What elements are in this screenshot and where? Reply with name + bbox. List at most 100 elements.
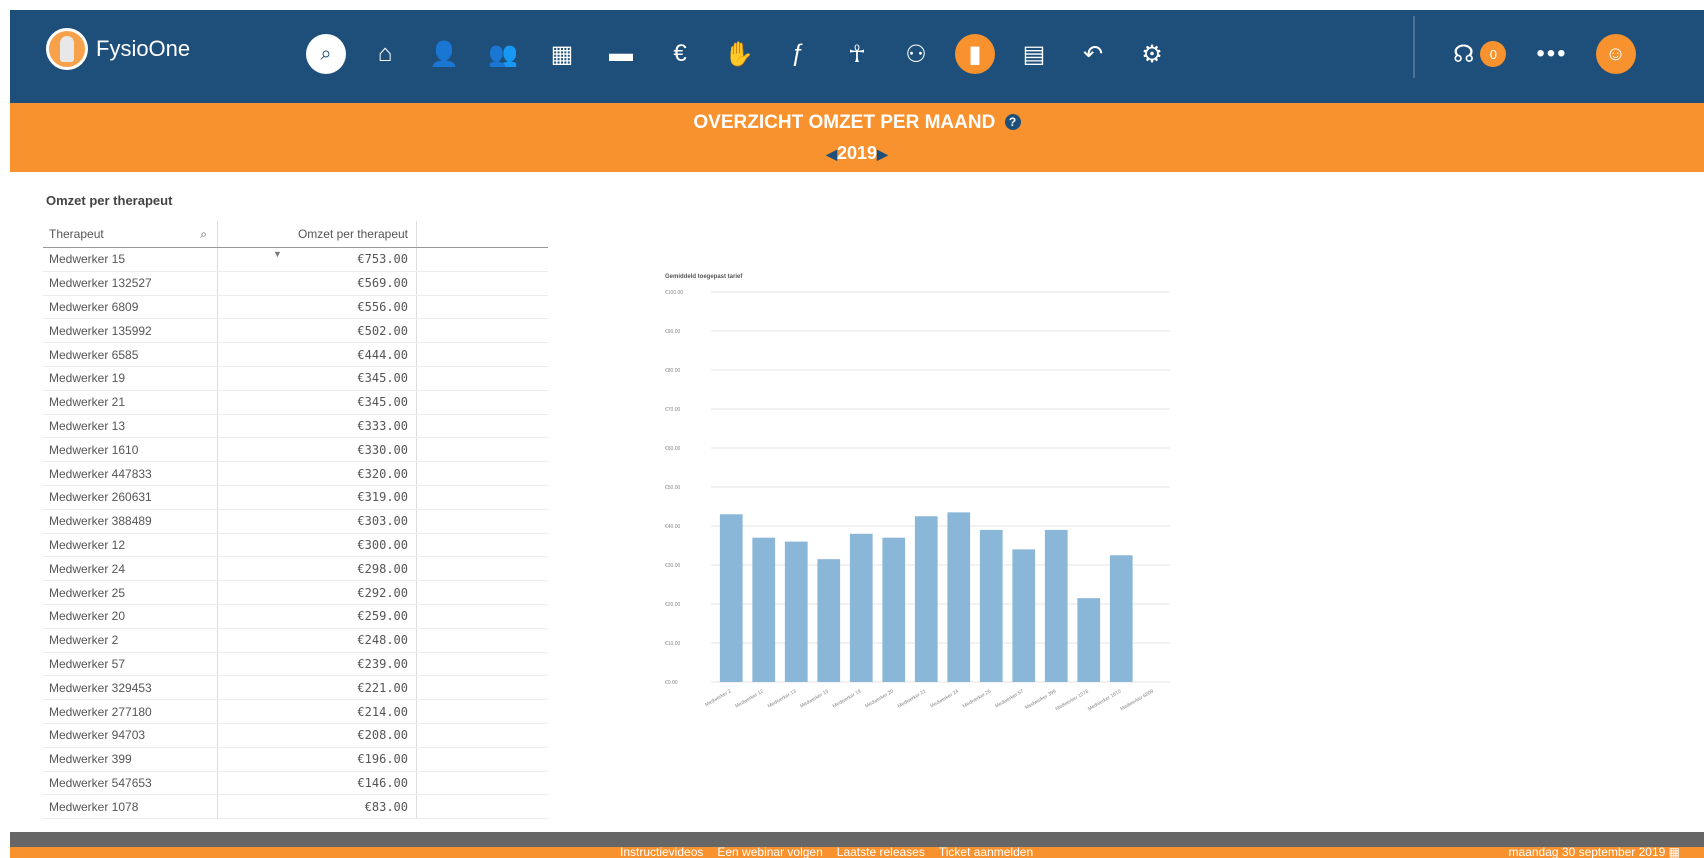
money-icon[interactable]: €	[660, 34, 700, 74]
exercise-icon[interactable]: ƒ	[778, 34, 818, 74]
users-icon[interactable]: 👥	[483, 34, 523, 74]
y-tick-label: €100.00	[665, 290, 683, 296]
y-tick-label: €20.00	[665, 602, 681, 608]
headset-icon[interactable]: ☊	[1453, 40, 1474, 69]
table-row[interactable]: Medwerker 12 €300.00	[43, 533, 548, 558]
year-label: 2019	[836, 143, 878, 163]
x-tick-label: Medwerker 19	[832, 688, 863, 709]
table-row[interactable]: Medwerker 277180 €214.00	[43, 700, 548, 724]
table-row[interactable]: Medwerker 57 €239.00	[43, 652, 548, 677]
app-name: FysioOne	[96, 36, 191, 61]
table-row[interactable]: Medwerker 15 €753.00	[43, 248, 548, 272]
table-title: Omzet per therapeut	[46, 193, 173, 208]
therapeut-cell: Medwerker 21	[49, 395, 126, 410]
table-row[interactable]: Medwerker 260631 €319.00	[43, 485, 548, 510]
reports-icon[interactable]: ▮	[955, 34, 995, 74]
table-row[interactable]: Medwerker 94703 €208.00	[43, 723, 548, 748]
footer-links: Instructievideos Een webinar volgen Laatst…	[620, 847, 1047, 858]
bar-medwerker-12	[752, 537, 776, 682]
therapeut-cell: Medwerker 329453	[49, 680, 152, 695]
table-row[interactable]: Medwerker 1078 €83.00	[43, 795, 548, 820]
footer-link[interactable]: Instructievideos	[620, 847, 703, 858]
x-tick-label: Medwerker 12	[734, 688, 765, 709]
body-icon[interactable]: ☥	[837, 34, 877, 74]
handshake-icon[interactable]: ✋	[719, 34, 759, 74]
table-row[interactable]: Medwerker 135992 €502.00	[43, 319, 548, 344]
therapeut-cell: Medwerker 2	[49, 633, 119, 648]
search-icon[interactable]: ⌕	[200, 227, 207, 242]
footer: Instructievideos Een webinar volgen Laatst…	[10, 847, 1704, 858]
footer-link[interactable]: Laatste releases	[837, 847, 925, 858]
x-tick-label: Medwerker 13	[767, 688, 798, 709]
folder-icon[interactable]: ▬	[601, 34, 641, 74]
user-icon[interactable]: ☺	[1595, 34, 1636, 74]
table-row[interactable]: Medwerker 21 €345.00	[43, 390, 548, 415]
therapeut-cell: Medwerker 447833	[49, 466, 152, 481]
omzet-cell: €248.00	[217, 628, 417, 652]
therapeut-cell: Medwerker 277180	[49, 704, 152, 719]
calendar-icon[interactable]: ▦	[542, 34, 582, 74]
omzet-cell: €320.00	[217, 462, 417, 485]
table-row[interactable]: Medwerker 1610 €330.00	[43, 438, 548, 463]
therapeut-cell: Medwerker 6809	[49, 299, 139, 314]
omzet-cell: €196.00	[217, 747, 417, 771]
table-row[interactable]: Medwerker 20 €259.00	[43, 604, 548, 629]
table-row[interactable]: Medwerker 388489 €303.00	[43, 509, 548, 534]
table-row[interactable]: Medwerker 24 €298.00	[43, 557, 548, 582]
user-add-icon[interactable]: 👤	[424, 34, 464, 74]
omzet-cell: €259.00	[217, 604, 417, 628]
table-row[interactable]: Medwerker 6585 €444.00	[43, 343, 548, 367]
table-row[interactable]: Medwerker 547653 €146.00	[43, 771, 548, 796]
table-row[interactable]: Medwerker 329453 €221.00	[43, 676, 548, 701]
help-icon[interactable]: ?	[1004, 114, 1021, 130]
bar-medwerker-24	[947, 512, 971, 682]
app-logo[interactable]: FysioOne	[46, 28, 190, 70]
y-tick-label: €80.00	[665, 368, 681, 374]
footer-link[interactable]: Ticket aanmelden	[939, 847, 1033, 858]
next-year-icon[interactable]: ▶	[877, 146, 888, 162]
therapeut-cell: Medwerker 20	[49, 609, 126, 624]
table-row[interactable]: Medwerker 25 €292.00	[43, 581, 548, 605]
header-tools: ☊ 0 ••• ☺	[1453, 34, 1636, 74]
reply-icon[interactable]: ↶	[1073, 34, 1113, 74]
settings-icon[interactable]: ⚙	[1132, 34, 1172, 74]
y-tick-label: €90.00	[665, 329, 681, 335]
omzet-cell: €330.00	[217, 438, 417, 462]
therapeut-cell: Medwerker 94703	[49, 728, 146, 743]
previous-year-icon[interactable]: ◀	[826, 146, 837, 162]
therapeut-cell: Medwerker 19	[49, 371, 126, 386]
therapeut-cell: Medwerker 388489	[49, 514, 152, 529]
table-row[interactable]: Medwerker 447833 €320.00	[43, 462, 548, 486]
calendar-icon[interactable]: ▦	[1669, 847, 1680, 858]
omzet-cell: €319.00	[217, 485, 417, 509]
home-icon[interactable]: ⌂	[365, 34, 405, 74]
footer-date: maandag 30 september 2019 ▦	[1509, 847, 1680, 858]
page-header: OVERZICHT OMZET PER MAAND ? ◀2019▶	[10, 103, 1704, 172]
more-icon[interactable]: •••	[1536, 40, 1567, 68]
table-row[interactable]: Medwerker 399 €196.00	[43, 747, 548, 772]
bar-medwerker-21	[914, 516, 938, 682]
table-row[interactable]: Medwerker 13 €333.00	[43, 414, 548, 439]
x-tick-label: Medwerker 24	[929, 688, 960, 709]
therapeut-cell: Medwerker 24	[49, 561, 126, 576]
table-row[interactable]: Medwerker 6809 €556.00	[43, 295, 548, 320]
omzet-cell: €345.00	[217, 366, 417, 390]
table-row[interactable]: Medwerker 132527 €569.00	[43, 271, 548, 296]
organization-icon[interactable]: ⚇	[896, 34, 936, 74]
notification-badge[interactable]: 0	[1480, 41, 1507, 67]
sort-descending-icon: ▼	[273, 249, 282, 259]
omzet-cell: €221.00	[217, 676, 417, 700]
footer-link[interactable]: Een webinar volgen	[717, 847, 822, 858]
omzet-cell: €502.00	[217, 319, 417, 343]
x-tick-label: Medwerker 2	[704, 688, 732, 708]
omzet-column-header[interactable]: Omzet per therapeut	[217, 221, 417, 247]
table-header: Therapeut ⌕ Omzet per therapeut	[43, 221, 548, 248]
bar-medwerker-25	[979, 529, 1003, 682]
table-row[interactable]: Medwerker 19 €345.00	[43, 366, 548, 391]
top-navigation-bar: FysioOne ⌕ ⌂ 👤 👥 ▦ ▬ € ✋ ƒ ☥ ⚇ ▮ ▤ ↶ ⚙ ☊ 0 ••• ☺	[10, 10, 1704, 103]
omzet-cell: €208.00	[217, 723, 417, 747]
therapeut-column-header[interactable]: Therapeut ⌕	[43, 227, 217, 242]
address-book-icon[interactable]: ▤	[1014, 34, 1054, 74]
table-row[interactable]: Medwerker 2 €248.00	[43, 628, 548, 653]
search-icon[interactable]: ⌕	[306, 34, 346, 74]
